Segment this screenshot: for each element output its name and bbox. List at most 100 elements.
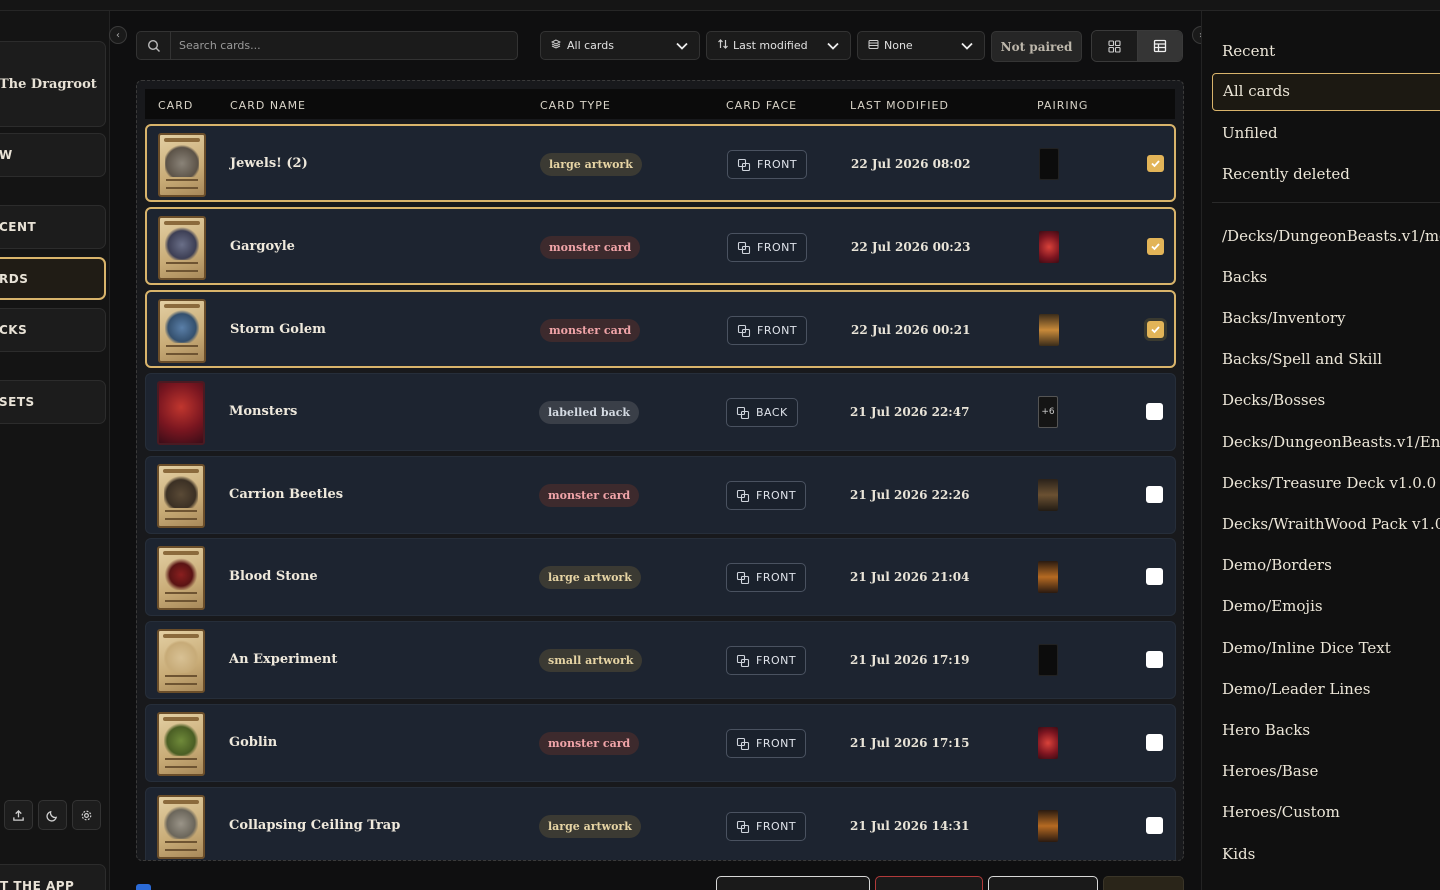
sort-select[interactable]: Last modified [706,31,851,60]
sidebar-item-assets[interactable]: SETS [0,380,106,424]
last-modified: 21 Jul 2026 22:47 [850,405,970,419]
row-checkbox[interactable] [1146,734,1163,751]
card-face-button[interactable]: FRONT [726,812,807,841]
pairing-thumbnail[interactable] [1038,644,1058,676]
card-face-label: FRONT [757,324,798,337]
collection-item[interactable]: Demo/Inline Dice Text [1222,639,1391,657]
swap-icon [737,158,751,171]
collection-item[interactable]: Decks/WraithWood Pack v1.0.0 [1222,515,1440,533]
pairing-thumbnail[interactable]: +6 [1038,396,1058,428]
table-row[interactable]: Blood Stone large artwork FRONT 21 Jul 2… [145,538,1176,616]
collection-all-cards[interactable]: All cards [1212,73,1440,111]
table-row[interactable]: Carrion Beetles monster card FRONT 21 Ju… [145,456,1176,534]
row-checkbox[interactable] [1146,817,1163,834]
sidebar-item-cards[interactable]: RDS [0,257,106,300]
group-select-value: None [884,39,913,52]
collection-item[interactable]: Decks/DungeonBeasts.v1/Enco [1222,433,1440,451]
collection-item[interactable]: Backs/Spell and Skill [1222,350,1382,368]
collection-item[interactable]: /Decks/DungeonBeasts.v1/mor [1222,227,1440,245]
card-type-badge: large artwork [540,153,642,176]
sidebar-item-recent[interactable]: CENT [0,205,106,249]
card-thumbnail [158,299,206,363]
table-row[interactable]: Goblin monster card FRONT 21 Jul 2026 17… [145,704,1176,782]
import-button[interactable] [1103,876,1184,890]
select-all-checkbox[interactable] [136,884,151,890]
card-name: An Experiment [229,652,338,667]
table-row[interactable]: An Experiment small artwork FRONT 21 Jul… [145,621,1176,699]
collection-unfiled[interactable]: Unfiled [1222,124,1278,142]
column-header-card: CARD [158,99,194,112]
collection-item[interactable]: Demo/Emojis [1222,597,1323,615]
row-checkbox[interactable] [1146,651,1163,668]
filter-select[interactable]: All cards [540,31,700,60]
upload-icon[interactable] [4,800,33,830]
collection-item[interactable]: Kids [1222,845,1255,863]
pairing-thumbnail[interactable] [1039,231,1059,263]
row-checkbox[interactable] [1146,568,1163,585]
sidebar-brand[interactable]: The Dragroot [0,41,106,127]
table-view-button[interactable] [1137,31,1182,61]
collection-item[interactable]: Demo/Leader Lines [1222,680,1370,698]
card-face-button[interactable]: BACK [726,398,798,427]
card-face-button[interactable]: FRONT [726,563,807,592]
row-checkbox[interactable] [1146,403,1163,420]
search-input[interactable] [171,39,491,52]
table-row[interactable]: Storm Golem monster card FRONT 22 Jul 20… [145,290,1176,368]
collection-item[interactable]: Heroes/Custom [1222,803,1340,821]
swap-icon [736,654,750,667]
gear-icon[interactable] [72,800,101,830]
sidebar-item-decks[interactable]: CKS [0,308,106,352]
collection-recently-deleted[interactable]: Recently deleted [1222,165,1350,183]
pairing-thumbnail[interactable] [1039,148,1059,180]
pairing-thumbnail[interactable] [1038,810,1058,842]
add-to-collection-button[interactable] [716,876,870,890]
export-button[interactable] [988,876,1098,890]
card-face-button[interactable]: FRONT [726,729,807,758]
pairing-thumbnail[interactable] [1039,314,1059,346]
pairing-thumbnail[interactable] [1038,561,1058,593]
collection-item[interactable]: Heroes/Base [1222,762,1318,780]
about-app-button[interactable]: T THE APP [0,864,106,890]
card-name: Jewels! (2) [230,156,308,171]
collection-item[interactable]: Backs [1222,268,1267,286]
layers-icon [550,39,567,52]
collection-item[interactable]: Hero Backs [1222,721,1310,739]
card-type-badge: small artwork [539,649,643,672]
collection-item[interactable]: Decks/Treasure Deck v1.0.0 [1222,474,1436,492]
pairing-thumbnail[interactable] [1038,479,1058,511]
moon-icon[interactable] [38,800,67,830]
card-name: Monsters [229,404,298,419]
sidebar-item-label: CKS [0,323,28,337]
card-face-button[interactable]: FRONT [727,316,808,345]
card-face-button[interactable]: FRONT [727,150,808,179]
group-select[interactable]: None [857,31,985,60]
row-checkbox[interactable] [1147,238,1164,255]
table-row[interactable]: Gargoyle monster card FRONT 22 Jul 2026 … [145,207,1176,285]
row-checkbox[interactable] [1147,321,1164,338]
cards-table: CARD CARD NAME CARD TYPE CARD FACE LAST … [136,80,1184,861]
card-face-button[interactable]: FRONT [726,481,807,510]
not-paired-toggle[interactable]: Not paired [991,31,1082,62]
collection-item[interactable]: Decks/Bosses [1222,391,1325,409]
table-row[interactable]: Jewels! (2) large artwork FRONT 22 Jul 2… [145,124,1176,202]
card-name: Storm Golem [230,322,326,337]
collection-item[interactable]: Demo/Borders [1222,556,1332,574]
left-sidebar: The Dragroot W CENT RDS CKS SETS T THE A… [0,11,110,890]
swap-icon [736,820,750,833]
filter-select-value: All cards [567,39,614,52]
table-row[interactable]: Monsters labelled back BACK 21 Jul 2026 … [145,373,1176,451]
card-thumbnail [157,546,205,610]
grid-view-button[interactable] [1092,31,1138,61]
collapse-left-icon[interactable]: ‹ [109,26,127,44]
card-face-button[interactable]: FRONT [727,233,808,262]
card-face-button[interactable]: FRONT [726,646,807,675]
card-thumbnail [158,133,206,197]
delete-button[interactable] [875,876,983,890]
table-row[interactable]: Collapsing Ceiling Trap large artwork FR… [145,787,1176,860]
row-checkbox[interactable] [1147,155,1164,172]
collection-recent[interactable]: Recent [1222,42,1275,60]
sidebar-item-0[interactable]: W [0,133,106,177]
pairing-thumbnail[interactable] [1038,727,1058,759]
row-checkbox[interactable] [1146,486,1163,503]
collection-item[interactable]: Backs/Inventory [1222,309,1346,327]
